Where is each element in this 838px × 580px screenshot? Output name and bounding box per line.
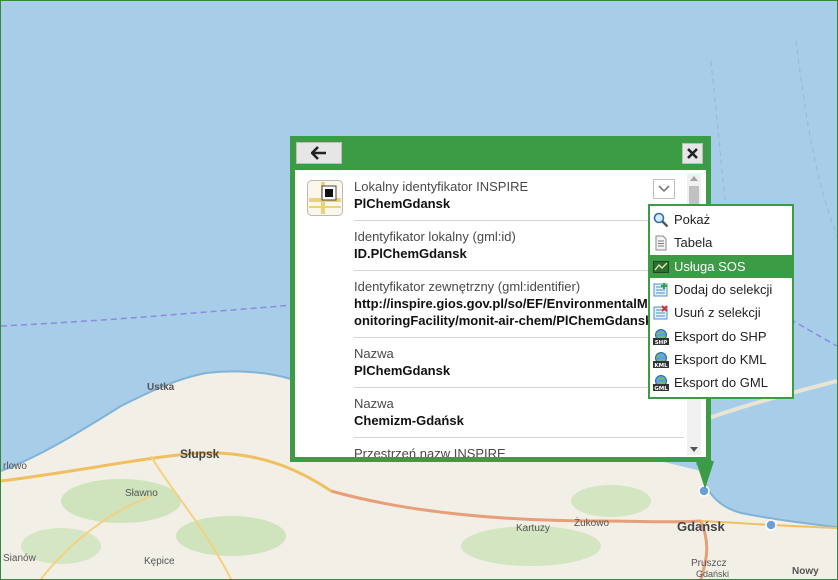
map-label-slawno: Sławno <box>125 488 158 499</box>
svg-text:KML: KML <box>654 363 668 368</box>
menu-item-eksport-kml[interactable]: KML Eksport do KML <box>650 348 792 371</box>
menu-item-eksport-shp[interactable]: SHP Eksport do SHP <box>650 325 792 348</box>
chevron-down-icon <box>658 185 670 193</box>
svg-text:GML: GML <box>654 386 668 391</box>
attribute-row: Lokalny identyfikator INSPIRE PlChemGdan… <box>354 179 684 221</box>
map-label-ustka: Ustka <box>147 382 175 393</box>
sos-service-icon <box>653 260 669 273</box>
menu-item-eksport-gml[interactable]: GML Eksport do GML <box>650 371 792 394</box>
add-selection-icon <box>653 282 668 296</box>
magnifier-icon <box>653 212 669 227</box>
map-label-pruszcz: Pruszcz <box>691 558 727 569</box>
attribute-label: Identyfikator zewnętrzny (gml:identifier… <box>354 279 581 294</box>
attribute-label: Lokalny identyfikator INSPIRE <box>354 179 529 194</box>
menu-item-label: Eksport do GML <box>674 375 768 390</box>
menu-item-label: Pokaż <box>674 212 711 227</box>
attribute-row: Nazwa Chemizm-Gdańsk <box>354 396 684 438</box>
close-button[interactable] <box>682 143 703 164</box>
attribute-row: Nazwa PlChemGdansk <box>354 346 684 388</box>
menu-item-usun-z-selekcji[interactable]: Usuń z selekcji <box>650 301 792 324</box>
map-label-kartuzy: Kartuzy <box>516 523 550 534</box>
attribute-label: Nazwa <box>354 396 394 411</box>
menu-item-usluga-sos[interactable]: Usługa SOS <box>650 255 792 278</box>
attribute-value: http://inspire.gios.gov.pl/so/EF/Environ… <box>354 296 648 311</box>
remove-selection-icon <box>653 304 668 319</box>
map-label-slupsk: Słupsk <box>180 447 220 461</box>
map-label-sianow: Sianów <box>3 553 36 564</box>
svg-text:SHP: SHP <box>655 340 668 345</box>
map-label-gdanski: Gdański <box>696 569 730 579</box>
map-label-nowy: Nowy <box>792 566 819 577</box>
attribute-label: Nazwa <box>354 346 394 361</box>
map-label-zukowo: Żukowo <box>574 518 610 529</box>
attribute-label: Identyfikator lokalny (gml:id) <box>354 229 516 244</box>
table-document-icon <box>655 235 667 250</box>
map-feature-icon <box>307 180 343 216</box>
menu-item-pokaz[interactable]: Pokaż <box>650 208 792 231</box>
scroll-down-arrow[interactable] <box>690 447 698 452</box>
attribute-row: Identyfikator lokalny (gml:id) ID.PlChem… <box>354 229 684 271</box>
attribute-value-continued: onitoringFacility/monit-air-chem/PlChemG… <box>354 313 653 328</box>
map-label-gdansk: Gdańsk <box>677 519 725 534</box>
export-shp-icon: SHP <box>653 328 669 345</box>
menu-item-label: Usuń z selekcji <box>674 305 761 320</box>
scroll-up-arrow[interactable] <box>690 176 698 181</box>
map-label-kepice: Kępice <box>144 556 175 567</box>
map-frame: Ustka Słupsk Sławno rlowo Kartuzy Żukowo… <box>0 0 838 580</box>
popup-pointer <box>696 461 714 489</box>
popup-body: Lokalny identyfikator INSPIRE PlChemGdan… <box>295 170 706 457</box>
attribute-list: Lokalny identyfikator INSPIRE PlChemGdan… <box>354 179 684 457</box>
attribute-value: PlChemGdansk <box>354 363 451 378</box>
attribute-label: Przestrzeń nazw INSPIRE <box>354 446 506 457</box>
attribute-value: Chemizm-Gdańsk <box>354 413 464 428</box>
attribute-value: PlChemGdansk <box>354 196 451 211</box>
popup-header <box>290 136 711 170</box>
attribute-row: Przestrzeń nazw INSPIRE <box>354 446 684 457</box>
menu-item-label: Dodaj do selekcji <box>674 282 773 297</box>
arrow-left-icon <box>311 146 326 160</box>
export-kml-icon: KML <box>653 351 669 368</box>
menu-item-label: Usługa SOS <box>674 259 746 274</box>
back-button[interactable] <box>296 142 342 164</box>
export-gml-icon: GML <box>653 374 669 391</box>
attribute-row: Identyfikator zewnętrzny (gml:identifier… <box>354 279 684 338</box>
menu-item-dodaj-do-selekcji[interactable]: Dodaj do selekcji <box>650 278 792 301</box>
menu-item-label: Eksport do SHP <box>674 329 767 344</box>
map-label-rlowo: rlowo <box>3 461 27 472</box>
menu-item-tabela[interactable]: Tabela <box>650 231 792 254</box>
actions-dropdown-button[interactable] <box>653 179 675 199</box>
menu-item-label: Eksport do KML <box>674 352 767 367</box>
close-x-icon <box>687 148 698 159</box>
menu-item-label: Tabela <box>674 235 713 250</box>
feature-actions-menu: Pokaż Tabela Usługa SOS Dodaj do selekcj… <box>648 204 794 399</box>
attribute-value: ID.PlChemGdansk <box>354 246 467 261</box>
